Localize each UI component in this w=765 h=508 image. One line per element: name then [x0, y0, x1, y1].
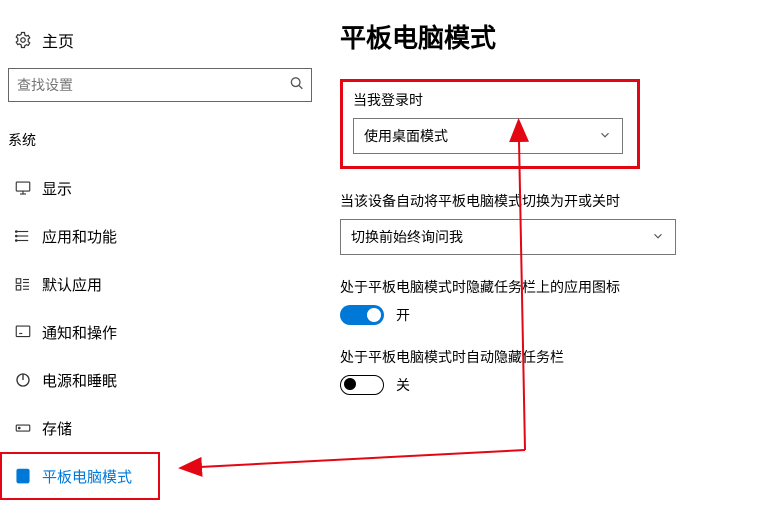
sidebar-item-label: 电源和睡眠 [42, 370, 117, 391]
sidebar-item-label: 存储 [42, 418, 72, 439]
chevron-down-icon [598, 128, 612, 145]
sidebar-item-label: 默认应用 [42, 274, 102, 295]
sidebar-item-storage[interactable]: 存储 [0, 404, 320, 452]
sidebar-item-apps[interactable]: 应用和功能 [0, 212, 320, 260]
sidebar-item-default-apps[interactable]: 默认应用 [0, 260, 320, 308]
select-auto-switch[interactable]: 切换前始终询问我 [340, 219, 676, 255]
highlight-when-sign-in: 当我登录时 使用桌面模式 [340, 79, 640, 169]
notification-icon [14, 323, 42, 341]
sidebar-item-power[interactable]: 电源和睡眠 [0, 356, 320, 404]
label-auto-switch: 当该设备自动将平板电脑模式切换为开或关时 [340, 191, 740, 211]
section-label-system: 系统 [8, 130, 320, 150]
label-auto-hide-taskbar: 处于平板电脑模式时自动隐藏任务栏 [340, 347, 740, 367]
sidebar-item-label: 显示 [42, 178, 72, 199]
search-box[interactable] [8, 68, 312, 102]
toggle-text: 关 [396, 375, 410, 395]
toggle-text: 开 [396, 305, 410, 325]
sidebar-item-display[interactable]: 显示 [0, 164, 320, 212]
home-label: 主页 [42, 28, 74, 52]
select-value: 切换前始终询问我 [351, 227, 463, 247]
page-title: 平板电脑模式 [340, 18, 740, 55]
power-icon [14, 371, 42, 389]
home-button[interactable]: 主页 [0, 20, 320, 60]
apps-icon [14, 227, 42, 245]
sidebar-item-label: 应用和功能 [42, 226, 117, 247]
sidebar-item-notifications[interactable]: 通知和操作 [0, 308, 320, 356]
sidebar-item-label: 通知和操作 [42, 322, 117, 343]
toggle-auto-hide-taskbar[interactable] [340, 375, 384, 395]
defaults-icon [14, 275, 42, 293]
sidebar-item-tablet-mode[interactable]: 平板电脑模式 [0, 452, 160, 500]
search-input[interactable] [9, 69, 311, 101]
toggle-hide-taskbar-apps[interactable] [340, 305, 384, 325]
gear-icon [14, 31, 42, 49]
label-when-sign-in: 当我登录时 [353, 90, 627, 110]
chevron-down-icon [651, 229, 665, 246]
monitor-icon [14, 179, 42, 197]
storage-icon [14, 419, 42, 437]
select-when-sign-in[interactable]: 使用桌面模式 [353, 118, 623, 154]
label-hide-taskbar-apps: 处于平板电脑模式时隐藏任务栏上的应用图标 [340, 277, 740, 297]
sidebar-item-label: 平板电脑模式 [42, 466, 132, 487]
tablet-icon [14, 467, 42, 485]
select-value: 使用桌面模式 [364, 126, 448, 146]
search-icon [289, 76, 305, 95]
